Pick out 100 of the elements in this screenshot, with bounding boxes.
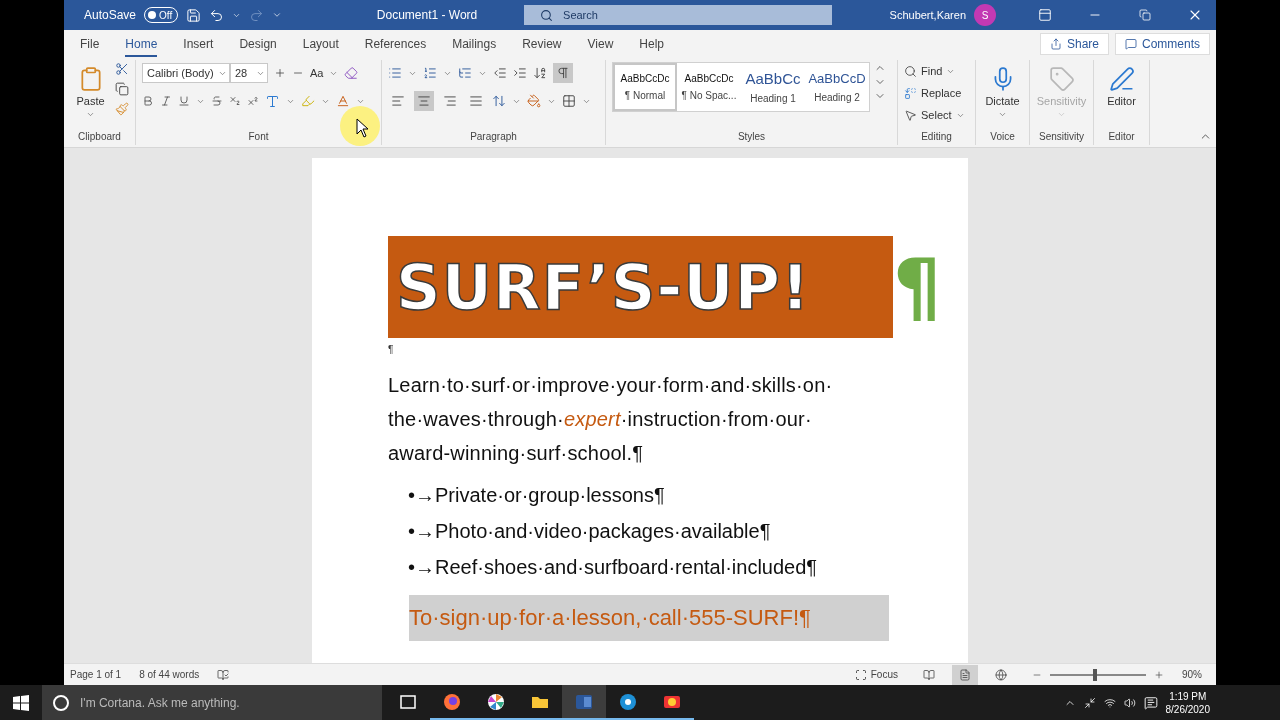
cortana-icon xyxy=(52,693,70,712)
font-size-field[interactable]: 28 xyxy=(230,63,268,83)
comments-button[interactable]: Comments xyxy=(1115,33,1210,55)
bold-icon[interactable] xyxy=(142,95,154,107)
style-name: Heading 1 xyxy=(750,93,796,104)
save-icon[interactable] xyxy=(186,7,202,23)
share-icon[interactable] xyxy=(1049,38,1062,50)
paste-button[interactable]: Paste xyxy=(70,62,111,119)
strikethrough-icon[interactable] xyxy=(211,95,223,107)
select-button[interactable]: Select xyxy=(921,109,952,121)
sort-icon[interactable] xyxy=(533,66,547,80)
group-label: Paragraph xyxy=(469,131,518,144)
ribbon-tab[interactable]: Insert xyxy=(183,31,214,57)
pinwheel-icon[interactable] xyxy=(486,691,506,712)
zoom-in-icon[interactable] xyxy=(1154,669,1164,680)
style-preview: AaBbCcDc xyxy=(683,73,735,84)
italic-icon[interactable] xyxy=(160,95,172,107)
format-painter-icon[interactable] xyxy=(115,102,129,116)
style-name: ¶ No Spac... xyxy=(681,90,737,101)
autosave-label: AutoSave xyxy=(84,8,137,22)
browser-icon[interactable] xyxy=(442,691,462,712)
style-preview: AaBbCcDc xyxy=(619,73,671,84)
clear-formatting-icon[interactable] xyxy=(344,66,359,80)
zoom-thumb[interactable] xyxy=(1093,668,1098,681)
underline-icon[interactable] xyxy=(178,95,190,107)
view-button[interactable] xyxy=(952,664,978,685)
view-icon[interactable] xyxy=(923,668,935,681)
notification-icon[interactable] xyxy=(1143,695,1158,710)
shading-icon[interactable] xyxy=(527,94,541,108)
window-title: Document1 - Word xyxy=(375,8,479,22)
multilevel-list-icon[interactable] xyxy=(458,66,472,80)
proofing-icon[interactable] xyxy=(217,668,230,681)
user-name: Schubert,Karen xyxy=(889,9,966,21)
caret-icon[interactable] xyxy=(86,110,95,119)
ribbon-tab[interactable]: Review xyxy=(522,31,562,57)
borders-icon[interactable] xyxy=(562,94,576,108)
search-field[interactable]: Search xyxy=(524,5,833,25)
style-item[interactable]: AaBbCcDc ¶ Normal xyxy=(613,63,677,111)
search-icon xyxy=(540,8,554,22)
bullet-item: •→Reef·shoes·and·surfboard·rental·included¶ xyxy=(408,555,819,580)
network-icon[interactable] xyxy=(1103,696,1116,709)
ribbon-display-icon[interactable] xyxy=(1038,8,1052,22)
bullet-item: •→Private·or·group·lessons¶ xyxy=(408,483,666,508)
ribbon-tab[interactable]: Help xyxy=(639,31,664,57)
body-paragraph: Learn·to·surf·or·improve·your·form·and·skills·on· the·waves·through·expert·instruction·from·our· award-winning·surf·school.¶ xyxy=(388,373,834,466)
ribbon-tab[interactable]: Layout xyxy=(302,31,339,57)
font-name-field[interactable]: Calibri (Body) xyxy=(142,63,230,83)
grow-font-icon[interactable] xyxy=(274,67,286,79)
ribbon-tab[interactable]: File xyxy=(80,31,100,57)
bullets-icon[interactable] xyxy=(388,66,402,80)
view-icon[interactable] xyxy=(995,668,1007,681)
subscript-icon[interactable] xyxy=(229,95,241,107)
cortana-search-field[interactable]: I'm Cortana. Ask me anything. xyxy=(42,685,382,720)
find-button[interactable]: Find xyxy=(921,65,943,77)
decrease-indent-icon[interactable] xyxy=(493,66,507,80)
clock-date: 8/26/2020 xyxy=(1165,703,1210,715)
style-item[interactable]: AaBbCcDc ¶ No Spac... xyxy=(677,63,741,111)
windows-logo-icon[interactable] xyxy=(13,694,29,711)
comment-icon[interactable] xyxy=(1125,38,1137,50)
zoom-percent[interactable]: 90% xyxy=(1182,669,1202,680)
bullet-item: •→Photo·and·video·packages·available¶ xyxy=(408,519,772,544)
increase-indent-icon[interactable] xyxy=(513,66,527,80)
ribbon-tab[interactable]: Mailings xyxy=(452,31,497,57)
restore-icon[interactable] xyxy=(1139,9,1151,21)
group-label: Editing xyxy=(920,131,953,144)
search-icon[interactable] xyxy=(904,64,917,78)
replace-icon[interactable] xyxy=(904,86,917,100)
replace-button[interactable]: Replace xyxy=(921,87,962,99)
volume-icon[interactable] xyxy=(1123,696,1136,709)
superscript-icon[interactable] xyxy=(247,95,259,107)
editor-button[interactable]: Editor xyxy=(1100,62,1143,107)
undo-icon[interactable] xyxy=(209,7,225,23)
focus-button[interactable]: Focus xyxy=(854,668,898,681)
style-name: Heading 2 xyxy=(814,92,860,103)
change-case-button[interactable]: Aa xyxy=(310,67,324,79)
view-icon[interactable] xyxy=(959,668,971,681)
style-item[interactable]: AaBbCc Heading 1 xyxy=(741,63,805,111)
ribbon-tab[interactable]: References xyxy=(364,31,427,57)
pen-icon[interactable] xyxy=(1108,66,1135,92)
network-app-icon[interactable] xyxy=(618,691,638,712)
numbering-icon[interactable] xyxy=(423,66,437,80)
redo-icon[interactable] xyxy=(249,7,265,23)
select-icon[interactable] xyxy=(904,108,917,122)
avatar[interactable]: S xyxy=(974,4,996,26)
paragraph-mark: ¶ xyxy=(388,344,395,357)
cut-icon[interactable] xyxy=(115,62,129,76)
page-count[interactable]: Page 1 of 1 xyxy=(70,669,122,680)
ribbon-tab[interactable]: Design xyxy=(239,31,277,57)
line-spacing-icon[interactable] xyxy=(492,94,506,108)
text-effects-icon[interactable] xyxy=(265,93,280,109)
customize-caret-icon[interactable] xyxy=(272,10,283,20)
font-color-icon[interactable] xyxy=(336,94,350,108)
caret-icon[interactable] xyxy=(998,110,1007,119)
dictate-button[interactable]: Dictate xyxy=(982,62,1023,119)
ribbon-tab[interactable]: View xyxy=(587,31,614,57)
copy-icon[interactable] xyxy=(115,82,129,96)
group-label: Styles xyxy=(736,131,767,144)
style-item[interactable]: AaBbCcD Heading 2 xyxy=(805,63,869,111)
share-button[interactable]: Share xyxy=(1039,33,1109,55)
word-count[interactable]: 8 of 44 words xyxy=(139,669,200,680)
